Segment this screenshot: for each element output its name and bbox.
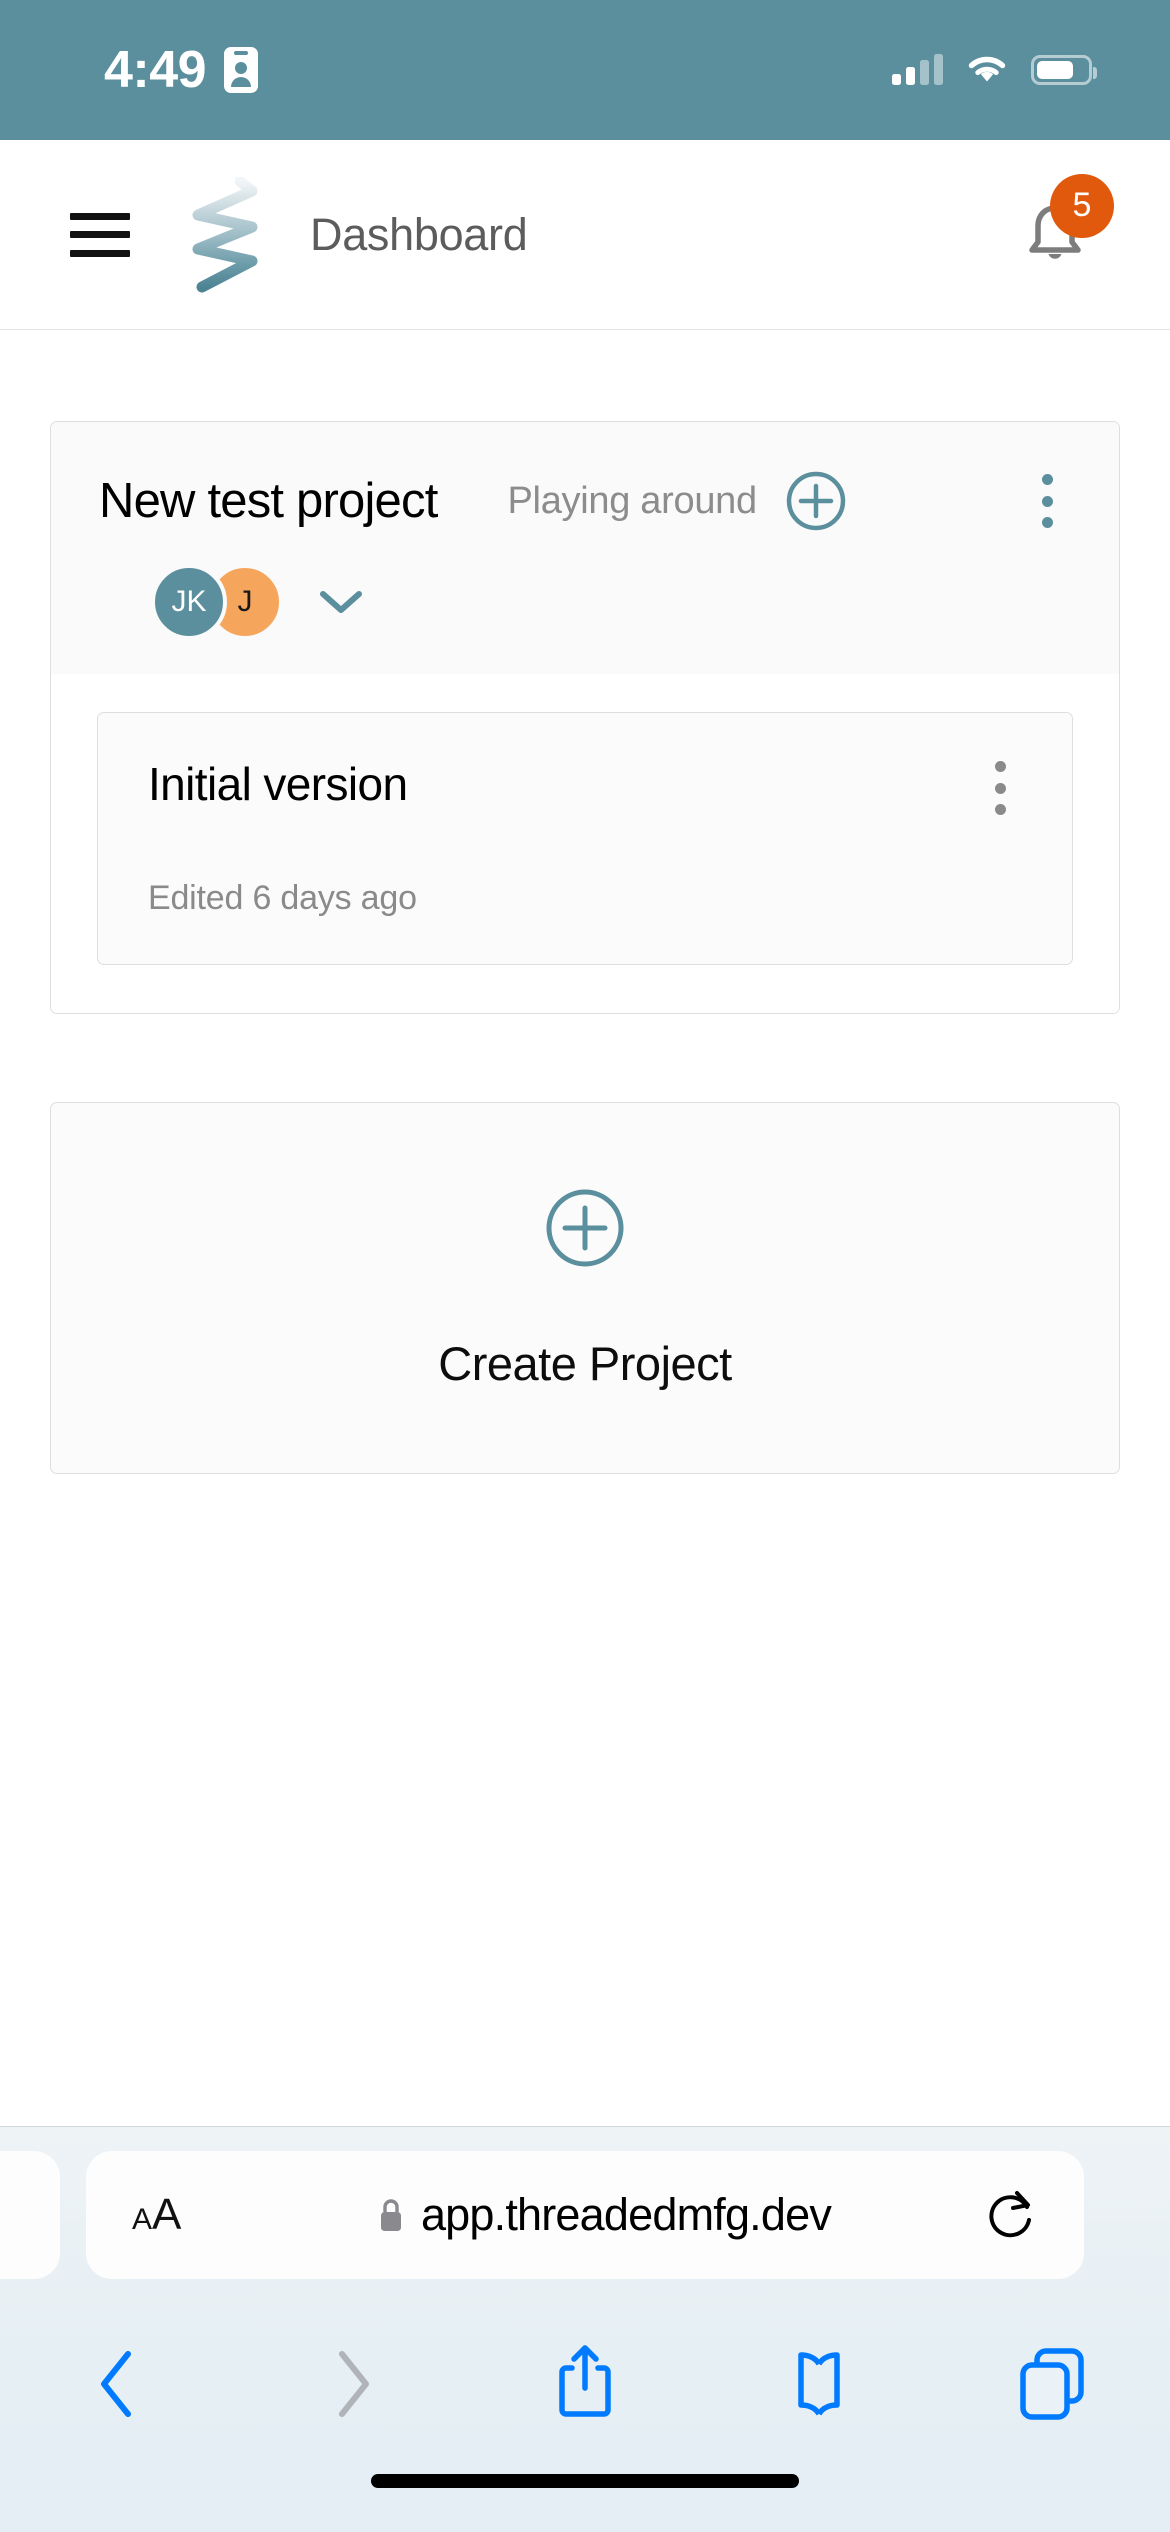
safari-bottom-bar: AA app.threadedmfg.dev bbox=[0, 2126, 1170, 2532]
project-menu-button[interactable] bbox=[1019, 470, 1075, 532]
project-members-row: J JK bbox=[99, 564, 1075, 640]
status-time: 4:49 bbox=[104, 41, 207, 99]
kebab-dot bbox=[994, 761, 1006, 772]
page-title: Dashboard bbox=[310, 208, 528, 260]
hamburger-line bbox=[70, 249, 130, 257]
project-versions: Initial version Edited 6 days ago bbox=[51, 674, 1119, 1013]
kebab-dot bbox=[994, 782, 1006, 794]
project-card-header: New test project Playing around J JK bbox=[51, 422, 1119, 674]
id-card-icon bbox=[224, 47, 259, 93]
text-size-large-a: A bbox=[152, 2190, 182, 2239]
version-menu-button[interactable] bbox=[972, 757, 1028, 819]
avatar-group[interactable]: J JK bbox=[151, 564, 283, 640]
reload-icon[interactable] bbox=[986, 2187, 1038, 2243]
adjacent-tab[interactable] bbox=[0, 2151, 60, 2279]
plus-circle-icon bbox=[546, 1189, 624, 1266]
url-display[interactable]: app.threadedmfg.dev bbox=[222, 2189, 986, 2241]
notifications-button[interactable]: 5 bbox=[1000, 173, 1114, 290]
chevron-right-icon bbox=[338, 2351, 369, 2417]
text-size-small-a: A bbox=[132, 2203, 153, 2236]
create-project-card[interactable]: Create Project bbox=[50, 1102, 1120, 1474]
app-header: Dashboard 5 bbox=[0, 140, 1170, 330]
chevron-left-icon bbox=[101, 2351, 131, 2417]
tabs-icon bbox=[1020, 2348, 1084, 2420]
status-bar-left: 4:49 bbox=[104, 41, 259, 99]
safari-toolbar bbox=[0, 2309, 1170, 2459]
address-bar[interactable]: AA app.threadedmfg.dev bbox=[86, 2151, 1084, 2279]
hamburger-line bbox=[70, 212, 130, 220]
share-icon bbox=[559, 2345, 611, 2417]
version-edited-meta: Edited 6 days ago bbox=[148, 879, 417, 917]
version-title: Initial version bbox=[148, 758, 408, 810]
project-title-row: New test project Playing around bbox=[99, 470, 1075, 532]
tabs-button[interactable] bbox=[996, 2328, 1108, 2440]
project-card: New test project Playing around J JK Ini… bbox=[50, 421, 1120, 1014]
version-card[interactable]: Initial version Edited 6 days ago bbox=[97, 712, 1073, 965]
battery-icon bbox=[1031, 55, 1097, 85]
hamburger-line bbox=[70, 231, 130, 238]
main-content: New test project Playing around J JK Ini… bbox=[0, 331, 1170, 2126]
avatar: JK bbox=[151, 564, 227, 640]
safari-tab-strip: AA app.threadedmfg.dev bbox=[0, 2151, 1170, 2279]
kebab-dot bbox=[994, 804, 1006, 815]
bookmarks-button[interactable] bbox=[763, 2328, 875, 2440]
wifi-icon bbox=[968, 56, 1006, 82]
forward-button[interactable] bbox=[296, 2328, 408, 2440]
kebab-dot bbox=[1041, 495, 1053, 507]
book-icon bbox=[797, 2352, 840, 2416]
url-text: app.threadedmfg.dev bbox=[420, 2189, 832, 2240]
home-indicator bbox=[371, 2474, 799, 2488]
project-subtitle: Playing around bbox=[507, 479, 758, 522]
add-version-button[interactable] bbox=[785, 470, 847, 532]
kebab-dot bbox=[1041, 517, 1053, 528]
share-button[interactable] bbox=[529, 2328, 641, 2440]
back-button[interactable] bbox=[62, 2328, 174, 2440]
status-bar-right bbox=[892, 54, 1097, 86]
threaded-mfg-logo[interactable] bbox=[182, 176, 264, 293]
project-name: New test project bbox=[99, 474, 438, 528]
cellular-signal-icon bbox=[892, 54, 943, 85]
version-title-row: Initial version bbox=[148, 757, 1028, 819]
chevron-down-icon[interactable] bbox=[317, 587, 365, 617]
notification-badge: 5 bbox=[1050, 173, 1114, 238]
menu-button[interactable] bbox=[70, 212, 130, 257]
status-bar: 4:49 bbox=[0, 0, 1170, 140]
create-project-label: Create Project bbox=[438, 1336, 732, 1390]
kebab-dot bbox=[1041, 474, 1053, 485]
text-size-button[interactable]: AA bbox=[132, 2190, 222, 2240]
lock-icon bbox=[380, 2199, 401, 2231]
